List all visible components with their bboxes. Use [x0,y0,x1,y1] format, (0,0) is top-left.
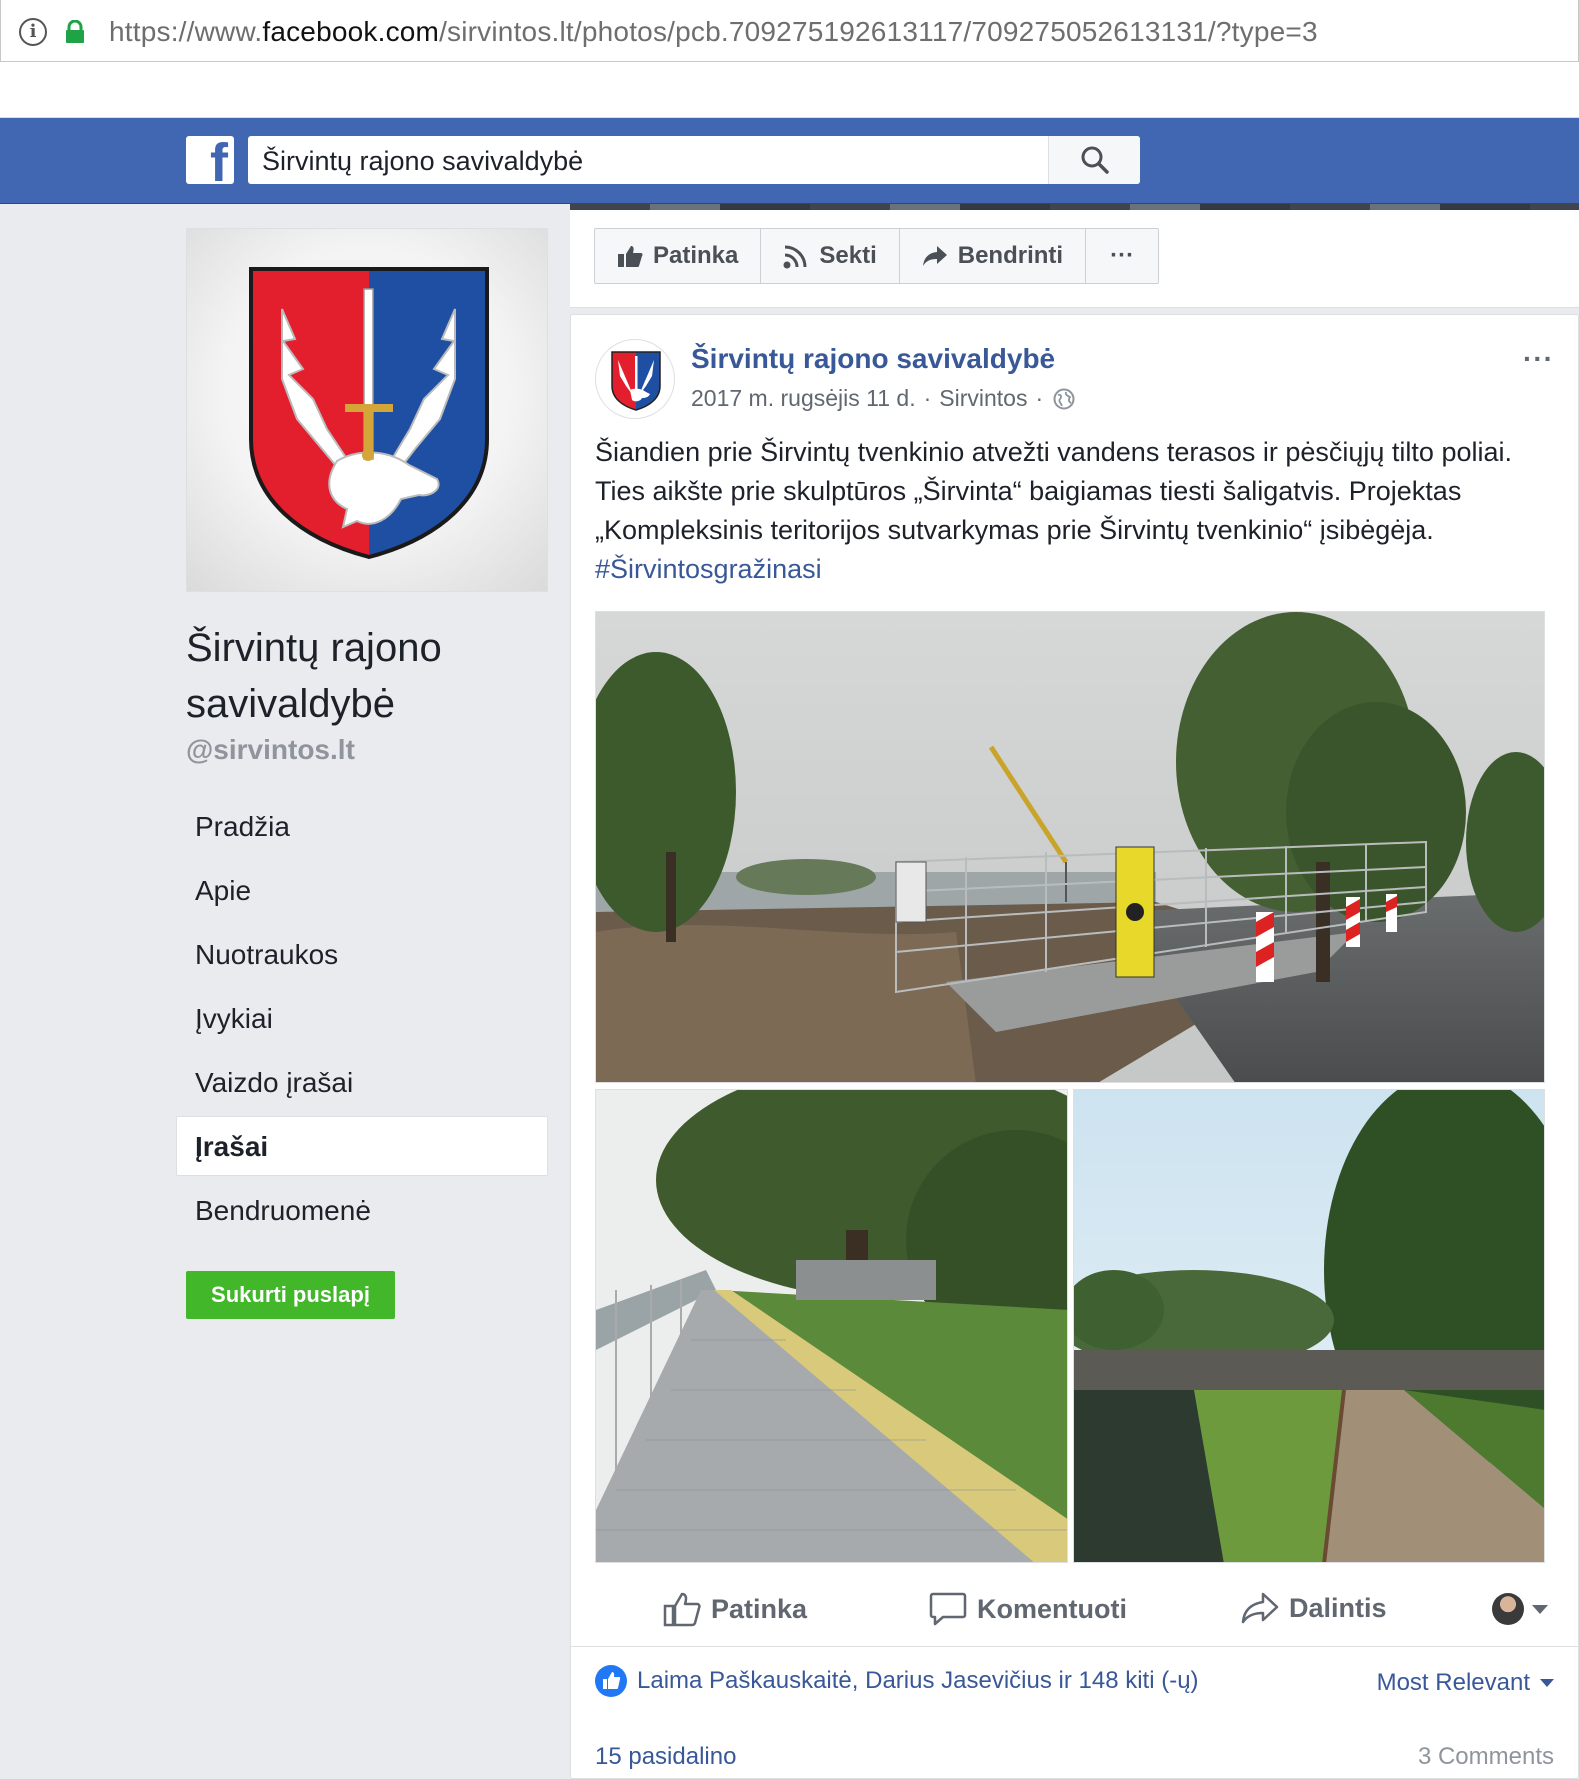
coat-of-arms-icon [249,267,489,560]
info-icon[interactable]: i [19,18,47,46]
page-action-buttons: Patinka Sekti Bendrinti ··· [594,228,1160,284]
post-options-button[interactable]: ··· [1523,343,1554,375]
cover-photo-edge [570,204,1579,210]
globe-icon[interactable] [1053,388,1075,410]
comment-icon [929,1592,967,1626]
like-post-button[interactable]: Patinka [663,1591,807,1627]
share-page-button[interactable]: Bendrinti [900,229,1087,283]
post-reaction-bar: Patinka Komentuoti Dalintis [571,1575,1578,1647]
post-date[interactable]: 2017 m. rugsėjis 11 d. [691,385,916,412]
lock-icon [66,20,84,43]
nav-item-home[interactable]: Pradžia [176,796,548,856]
meta-separator: · [1035,385,1044,411]
like-reaction-icon [595,1665,627,1697]
nav-item-about[interactable]: Apie [176,860,548,920]
reaction-audience-selector[interactable] [1492,1593,1548,1625]
chevron-down-icon [1540,1679,1554,1687]
nav-item-events[interactable]: Įvykiai [176,988,548,1048]
comments-count[interactable]: 3 Comments [1418,1743,1554,1771]
post-message-text: Šiandien prie Širvintų tvenkinio atvežti… [595,437,1512,545]
nav-item-videos[interactable]: Vaizdo įrašai [176,1052,548,1112]
browser-address-bar[interactable]: i https://www.facebook.com/sirvintos.lt/… [0,0,1579,62]
nav-item-community[interactable]: Bendruomenė [176,1180,548,1240]
search-icon [1081,146,1109,174]
post-card: Širvintų rajono savivaldybė 2017 m. rugs… [570,314,1579,1779]
page-profile-picture[interactable] [186,228,548,592]
thumbs-up-icon [618,246,643,267]
url-text[interactable]: https://www.facebook.com/sirvintos.lt/ph… [109,16,1318,48]
browser-toolbar-gap [0,62,1579,118]
likes-summary-text[interactable]: Laima Paškauskaitė, Darius Jasevičius ir… [637,1667,1199,1695]
nav-item-photos[interactable]: Nuotraukos [176,924,548,984]
post-photo-2[interactable] [595,1089,1068,1563]
post-message: Šiandien prie Širvintų tvenkinio atvežti… [595,433,1555,589]
search-box[interactable]: Širvintų rajono savivaldybė [248,136,1140,184]
hashtag-link[interactable]: #Širvintosgražinasi [595,550,1555,589]
rss-follow-icon [783,245,807,269]
page-handle[interactable]: @sirvintos.lt [186,734,355,766]
share-arrow-icon [922,246,947,266]
post-photo-3[interactable] [1073,1089,1545,1563]
likes-summary[interactable]: Laima Paškauskaitė, Darius Jasevičius ir… [595,1665,1199,1697]
page-navigation: Pradžia Apie Nuotraukos Įvykiai Vaizdo į… [176,796,548,1244]
chevron-down-icon [1532,1604,1548,1614]
nav-item-posts[interactable]: Įrašai [176,1116,548,1176]
shares-count[interactable]: 15 pasidalino [595,1743,736,1771]
like-page-button[interactable]: Patinka [595,229,762,283]
photo-construction-site [596,612,1544,1082]
more-options-button[interactable]: ··· [1086,229,1158,283]
page-action-bar: Patinka Sekti Bendrinti ··· [570,204,1579,308]
meta-separator: · [923,385,932,411]
thumbs-up-outline-icon [663,1592,701,1627]
post-meta: 2017 m. rugsėjis 11 d. · Sirvintos · [691,385,1075,412]
create-page-button[interactable]: Sukurti puslapį [186,1271,395,1319]
post-location[interactable]: Sirvintos [939,385,1027,412]
facebook-top-bar: f Širvintų rajono savivaldybė [0,118,1579,204]
post-author-link[interactable]: Širvintų rajono savivaldybė [691,343,1055,375]
post-photo-1[interactable] [595,611,1545,1083]
search-button[interactable] [1048,136,1140,184]
author-avatar[interactable] [595,339,675,419]
viewer-avatar [1492,1593,1524,1625]
page-title[interactable]: Širvintų rajono savivaldybė [186,620,546,732]
facebook-logo-icon[interactable]: f [186,136,234,184]
comment-button[interactable]: Komentuoti [929,1591,1127,1627]
comment-sort-dropdown[interactable]: Most Relevant [1377,1669,1554,1697]
share-arrow-outline-icon [1241,1592,1279,1624]
search-input[interactable]: Širvintų rajono savivaldybė [262,146,583,177]
photo-riverside-path [1074,1090,1544,1562]
coat-of-arms-icon [611,351,661,411]
follow-page-button[interactable]: Sekti [761,229,900,283]
photo-paved-walkway [596,1090,1067,1562]
share-post-button[interactable]: Dalintis [1241,1591,1387,1625]
